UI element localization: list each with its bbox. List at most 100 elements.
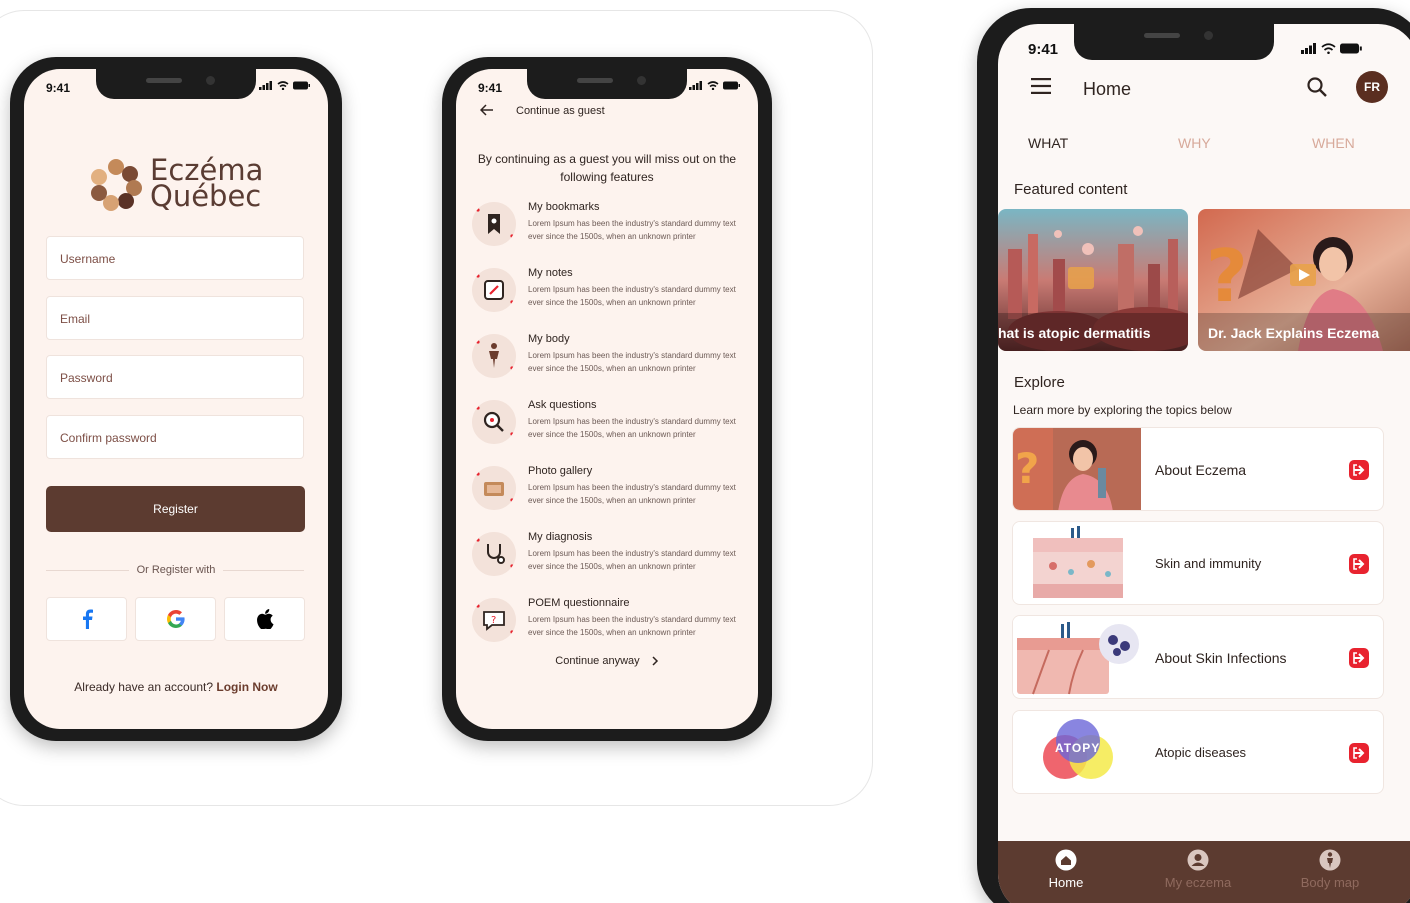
nav-home-label: Home xyxy=(1048,875,1084,890)
topic-thumbnail-skin-immunity xyxy=(1013,522,1141,604)
svg-text:?: ? xyxy=(1206,234,1248,318)
or-register-text: Or Register with xyxy=(128,564,224,576)
nav-my-eczema-label: My eczema xyxy=(1164,875,1232,890)
nav-home[interactable]: Home xyxy=(1006,841,1126,890)
topic-skin-immunity[interactable]: Skin and immunity xyxy=(1012,521,1384,605)
username-field[interactable]: Username xyxy=(46,236,304,280)
facebook-button[interactable] xyxy=(46,597,127,641)
body-icon xyxy=(472,334,516,378)
phone-notch xyxy=(527,69,687,99)
wifi-icon xyxy=(1321,43,1336,54)
guest-feature-title: POEM questionnaire xyxy=(528,597,630,609)
guest-feature-title: Photo gallery xyxy=(528,465,593,477)
avatar[interactable]: FR xyxy=(1356,71,1388,103)
nav-my-eczema[interactable]: My eczema xyxy=(1138,841,1258,890)
battery-icon xyxy=(1340,43,1362,54)
stethoscope-icon xyxy=(472,532,516,576)
featured-caption-atopic: hat is atopic dermatitis xyxy=(998,325,1151,341)
or-register-label: Or Register with xyxy=(24,564,328,576)
confirm-password-placeholder: Confirm password xyxy=(60,431,157,445)
chevron-right-icon xyxy=(652,656,658,666)
guest-phone: 9:41 Continue as guest By continuing as … xyxy=(442,57,772,741)
register-screen: 9:41 Eczéma Québec Username Email Passwo… xyxy=(24,69,328,729)
status-icons xyxy=(259,81,310,90)
guest-feature-desc: Lorem Ipsum has been the industry's stan… xyxy=(528,285,736,307)
guest-intro-text: By continuing as a guest you will miss o… xyxy=(477,152,737,184)
topic-thumbnail-skin-infections xyxy=(1013,616,1141,698)
signal-icon xyxy=(1301,43,1316,54)
tab-what[interactable]: WHAT xyxy=(1028,135,1068,151)
guest-feature-item: My bookmarks Lorem Ipsum has been the ind… xyxy=(470,199,750,255)
nav-body-map[interactable]: Body map xyxy=(1270,841,1390,890)
hamburger-menu-icon[interactable] xyxy=(1031,78,1051,94)
guest-feature-desc: Lorem Ipsum has been the industry's stan… xyxy=(528,219,736,241)
open-arrow-icon[interactable] xyxy=(1349,743,1369,763)
confirm-password-field[interactable]: Confirm password xyxy=(46,415,304,459)
already-account-text: Already have an account? xyxy=(74,680,217,694)
status-time: 9:41 xyxy=(478,81,503,95)
guest-feature-title: My diagnosis xyxy=(528,531,593,543)
explore-subtitle: Learn more by exploring the topics below xyxy=(1013,403,1232,417)
guest-feature-title: Ask questions xyxy=(528,399,597,411)
register-button[interactable]: Register xyxy=(46,486,305,532)
guest-header-title: Continue as guest xyxy=(516,105,605,117)
guest-feature-desc: Lorem Ipsum has been the industry's stan… xyxy=(528,351,736,373)
guest-feature-desc: Lorem Ipsum has been the industry's stan… xyxy=(528,417,736,439)
signal-icon xyxy=(259,81,272,90)
open-arrow-icon[interactable] xyxy=(1349,460,1369,480)
guest-feature-desc: Lorem Ipsum has been the industry's stan… xyxy=(528,549,736,571)
phone-notch xyxy=(1074,24,1275,60)
guest-feature-item: Ask questions Lorem Ipsum has been the in… xyxy=(470,397,750,453)
featured-card-atopic[interactable]: hat is atopic dermatitis xyxy=(998,209,1188,351)
eczema-quebec-logo: Eczéma Québec xyxy=(86,149,266,219)
register-phone: 9:41 Eczéma Québec Username Email Passwo… xyxy=(10,57,342,741)
status-time: 9:41 xyxy=(46,81,71,95)
flower-logo-icon xyxy=(91,159,142,211)
featured-card-dr-jack[interactable]: ? Dr. Jack Explains Eczema xyxy=(1198,209,1410,351)
signal-icon xyxy=(689,81,702,90)
tab-why[interactable]: WHY xyxy=(1178,135,1211,151)
user-icon xyxy=(1187,849,1209,871)
back-arrow-icon[interactable] xyxy=(479,103,494,120)
continue-anyway-label: Continue anyway xyxy=(555,655,640,667)
search-icon[interactable] xyxy=(1306,76,1328,98)
topic-atopic-diseases[interactable]: ATOPY Atopic diseases xyxy=(1012,710,1384,794)
guest-feature-desc: Lorem Ipsum has been the industry's stan… xyxy=(528,615,736,637)
guest-feature-item: My body Lorem Ipsum has been the industry… xyxy=(470,331,750,387)
google-button[interactable] xyxy=(135,597,216,641)
wifi-icon xyxy=(707,81,719,90)
email-field[interactable]: Email xyxy=(46,296,304,340)
phone-notch xyxy=(96,69,256,99)
guest-feature-item: ? POEM questionnaire Lorem Ipsum has been … xyxy=(470,595,750,651)
guest-feature-title: My notes xyxy=(528,267,573,279)
showcase-stage: 9:41 Eczéma Québec Username Email Passwo… xyxy=(0,0,1410,903)
tab-when[interactable]: WHEN xyxy=(1312,135,1355,151)
chat-question-icon: ? xyxy=(472,598,516,642)
username-placeholder: Username xyxy=(60,252,116,266)
topic-skin-infections[interactable]: About Skin Infections xyxy=(1012,615,1384,699)
open-arrow-icon[interactable] xyxy=(1349,554,1369,574)
facebook-icon xyxy=(82,609,93,629)
wifi-icon xyxy=(277,81,289,90)
battery-icon xyxy=(293,81,310,90)
topic-label-about-eczema: About Eczema xyxy=(1155,462,1247,478)
status-time: 9:41 xyxy=(1028,41,1059,58)
guest-feature-title: My bookmarks xyxy=(528,201,600,213)
login-now-link[interactable]: Login Now xyxy=(216,680,277,694)
continue-anyway-button[interactable]: Continue anyway xyxy=(456,655,758,667)
topic-about-eczema[interactable]: ? About Eczema xyxy=(1012,427,1384,511)
email-placeholder: Email xyxy=(60,312,91,326)
google-icon xyxy=(166,610,185,628)
password-field[interactable]: Password xyxy=(46,355,304,399)
atopy-badge: ATOPY xyxy=(1055,741,1101,755)
page-title: Home xyxy=(1083,79,1132,99)
home-screen: 9:41 Home FR WHAT WHY WHEN Featured cont… xyxy=(998,24,1410,903)
login-prompt: Already have an account? Login Now xyxy=(24,680,328,694)
featured-caption-dr-jack: Dr. Jack Explains Eczema xyxy=(1208,325,1380,341)
guest-screen: 9:41 Continue as guest By continuing as … xyxy=(456,69,758,729)
open-arrow-icon[interactable] xyxy=(1349,648,1369,668)
apple-button[interactable] xyxy=(224,597,305,641)
topic-label-skin-infections: About Skin Infections xyxy=(1155,650,1287,666)
svg-text:?: ? xyxy=(491,615,496,626)
apple-icon xyxy=(256,609,273,629)
